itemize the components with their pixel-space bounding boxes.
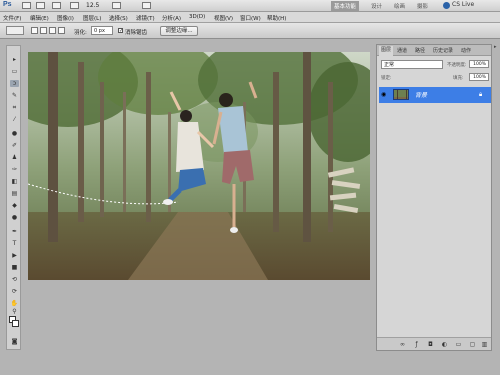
workspace-design[interactable]: 设计 <box>368 1 385 11</box>
cs-live-icon[interactable] <box>443 2 450 9</box>
menu-window[interactable]: 窗口(W) <box>240 14 261 22</box>
document-canvas[interactable] <box>28 52 370 280</box>
healing-brush-icon[interactable]: ● <box>10 130 19 137</box>
zoom-tool-icon[interactable]: ⚲ <box>10 308 19 315</box>
opacity-label: 不透明度: <box>447 63 467 68</box>
new-selection-icon[interactable] <box>31 27 38 34</box>
hand-tool-icon[interactable]: ✋ <box>10 300 19 307</box>
menu-bar: 文件(F) 编辑(E) 图像(I) 图层(L) 选择(S) 滤镜(T) 分析(A… <box>0 12 500 23</box>
eraser-tool-icon[interactable]: ◧ <box>10 178 19 185</box>
feather-input[interactable]: 0 px <box>91 26 113 35</box>
dodge-tool-icon[interactable]: ● <box>10 214 19 221</box>
layer-name[interactable]: 背景 <box>415 90 427 99</box>
layer-row-background[interactable]: ◉ 背景 🔒︎ <box>379 87 491 103</box>
screen-mode-icon[interactable] <box>142 2 151 9</box>
menu-filter[interactable]: 滤镜(T) <box>136 14 155 22</box>
brush-tool-icon[interactable]: ✐ <box>10 142 19 149</box>
opacity-input[interactable]: 100% <box>469 60 489 68</box>
eyedropper-tool-icon[interactable]: ⁄ <box>10 116 19 123</box>
menu-layer[interactable]: 图层(L) <box>83 14 101 22</box>
bridge-icon[interactable] <box>22 2 31 9</box>
tab-channels[interactable]: 通道 <box>397 47 407 54</box>
panel-tabs: 图层 通道 路径 历史记录 动作 <box>377 45 491 56</box>
link-layers-icon[interactable]: ∞ <box>399 341 406 348</box>
intersect-selection-icon[interactable] <box>58 27 65 34</box>
type-tool-icon[interactable]: T <box>10 240 19 247</box>
add-mask-icon[interactable]: ◘ <box>427 341 434 348</box>
menu-image[interactable]: 图像(I) <box>57 14 74 22</box>
arrange-documents-icon[interactable] <box>112 2 121 9</box>
menu-analysis[interactable]: 分析(A) <box>162 14 181 22</box>
history-brush-icon[interactable]: ✑ <box>10 166 19 173</box>
layer-thumbnail <box>393 89 409 100</box>
lock-icon: 🔒︎ <box>479 91 483 98</box>
feather-label: 羽化: <box>74 30 87 36</box>
crop-tool-icon[interactable]: ⌗ <box>10 104 19 111</box>
menu-edit[interactable]: 编辑(E) <box>30 14 49 22</box>
options-bar: 羽化: 0 px ✓ 消除锯齿 调整边缘... <box>0 23 500 39</box>
mini-bridge-icon[interactable] <box>36 2 45 9</box>
workspace-photography[interactable]: 摄影 <box>414 1 431 11</box>
antialias-checkbox[interactable]: ✓ <box>118 28 123 34</box>
layer-style-icon[interactable]: ƒ <box>413 341 420 348</box>
new-group-icon[interactable]: ▭ <box>455 341 462 348</box>
3d-rotate-icon[interactable]: ⟲ <box>10 276 19 283</box>
quick-mask-icon[interactable]: ◙ <box>10 338 19 345</box>
quick-selection-icon[interactable]: ✎ <box>10 92 19 99</box>
layers-panel: 图层 通道 路径 历史记录 动作 正常 不透明度: 100% 锁定: 填充: 1… <box>376 44 492 351</box>
subtract-selection-icon[interactable] <box>49 27 56 34</box>
refine-edge-button[interactable]: 调整边缘... <box>160 26 198 36</box>
workspace-painting[interactable]: 绘画 <box>391 1 408 11</box>
workspace-essentials[interactable]: 基本功能 <box>331 1 360 11</box>
3d-orbit-icon[interactable]: ⟳ <box>10 288 19 295</box>
blur-tool-icon[interactable]: ◆ <box>10 202 19 209</box>
layers-footer: ∞ ƒ ◘ ◐ ▭ ▢ ▥ <box>377 337 491 350</box>
menu-view[interactable]: 视图(V) <box>214 14 233 22</box>
menu-select[interactable]: 选择(S) <box>109 14 128 22</box>
shape-tool-icon[interactable]: ■ <box>10 264 19 271</box>
move-tool-icon[interactable]: ▸ <box>10 56 19 63</box>
panel-collapse-icon[interactable]: ▸ <box>494 44 500 54</box>
tab-layers[interactable]: 图层 <box>379 46 394 56</box>
fill-label: 填充: <box>453 76 464 81</box>
lock-label: 锁定: <box>381 76 392 81</box>
lasso-tool-icon[interactable]: ↄ <box>10 80 19 87</box>
tab-paths[interactable]: 路径 <box>415 47 425 54</box>
menu-file[interactable]: 文件(F) <box>3 14 21 22</box>
hand-tool-icon[interactable] <box>70 2 79 9</box>
adjustment-layer-icon[interactable]: ◐ <box>441 341 448 348</box>
menu-3d[interactable]: 3D(D) <box>189 14 205 20</box>
cs-live-button[interactable]: CS Live <box>452 1 474 8</box>
marquee-tool-icon[interactable]: ▭ <box>10 68 19 75</box>
tab-actions[interactable]: 动作 <box>461 47 471 54</box>
zoom-level[interactable]: 12.5 <box>86 2 99 9</box>
delete-layer-icon[interactable]: ▥ <box>481 341 488 348</box>
antialias-label: 消除锯齿 <box>125 30 148 36</box>
application-bar: Ps 12.5 基本功能 设计 绘画 摄影 CS Live <box>0 0 500 12</box>
gradient-tool-icon[interactable]: ▤ <box>10 190 19 197</box>
toolbox: ▸ ▭ ↄ ✎ ⌗ ⁄ ● ✐ ♟ ✑ ◧ ▤ ◆ ● ✒ T ▶ ■ ⟲ ⟳ … <box>6 45 21 350</box>
clone-stamp-icon[interactable]: ♟ <box>10 154 19 161</box>
photoshop-logo: Ps <box>3 1 12 8</box>
couple-jumping-photo <box>28 52 370 280</box>
lasso-preset-icon[interactable] <box>6 26 24 35</box>
visibility-eye-icon[interactable]: ◉ <box>381 91 389 99</box>
blend-mode-select[interactable]: 正常 <box>381 60 443 69</box>
path-selection-icon[interactable]: ▶ <box>10 252 19 259</box>
pen-tool-icon[interactable]: ✒ <box>10 228 19 235</box>
background-color-swatch[interactable] <box>12 320 19 327</box>
menu-help[interactable]: 帮助(H) <box>267 14 286 22</box>
fill-input[interactable]: 100% <box>469 73 489 81</box>
new-layer-icon[interactable]: ▢ <box>469 341 476 348</box>
add-selection-icon[interactable] <box>40 27 47 34</box>
tab-history[interactable]: 历史记录 <box>433 47 453 54</box>
view-extras-icon[interactable] <box>52 2 61 9</box>
